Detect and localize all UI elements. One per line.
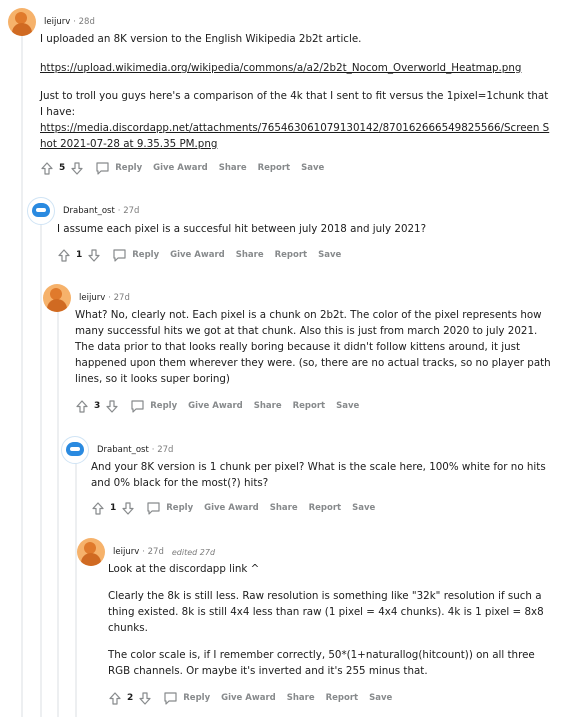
reply-button[interactable]: Reply [146,501,193,515]
thread-line[interactable] [75,460,77,717]
timestamp[interactable]: · 28d [73,17,95,27]
speech-bubble-icon [130,399,145,413]
comment-text: What? No, clearly not. Each pixel is a c… [75,309,551,385]
give-award-button[interactable]: Give Award [221,693,276,703]
comment-text: Just to troll you guys here's a comparis… [40,90,550,150]
give-award-button[interactable]: Give Award [170,250,225,260]
downvote-arrow-icon[interactable] [105,399,119,413]
comment-actions: 3 Reply Give Award Share Report Save [75,399,359,413]
reply-button[interactable]: Reply [130,399,177,413]
save-button[interactable]: Save [301,163,324,173]
timestamp[interactable]: · 27d [108,293,130,303]
avatar[interactable] [8,8,36,36]
give-award-button[interactable]: Give Award [153,163,208,173]
share-button[interactable]: Share [236,250,264,260]
share-button[interactable]: Share [270,503,298,513]
save-button[interactable]: Save [352,503,375,513]
upvote-arrow-icon[interactable] [108,691,122,705]
save-button[interactable]: Save [318,250,341,260]
give-award-button[interactable]: Give Award [188,401,243,411]
give-award-button[interactable]: Give Award [204,503,259,513]
username[interactable]: leijurv [79,293,105,303]
vote-count: 1 [110,503,117,513]
username[interactable]: leijurv [44,17,70,27]
username[interactable]: leijurv [113,547,139,557]
link[interactable]: https://media.discordapp.net/attachments… [40,122,549,150]
comment-body: I assume each pixel is a succesful hit b… [57,221,552,237]
report-button[interactable]: Report [258,163,291,173]
comment-actions: 1 Reply Give Award Share Report Save [57,248,341,262]
share-button[interactable]: Share [287,693,315,703]
upvote-arrow-icon[interactable] [91,501,105,515]
downvote-arrow-icon[interactable] [138,691,152,705]
comment-text: Look at the discordapp link ^ [108,563,260,575]
username[interactable]: Drabant_ost [63,206,115,216]
vote-count: 5 [59,163,66,173]
reply-button[interactable]: Reply [163,691,210,705]
comment-text: The color scale is, if I remember correc… [108,649,535,677]
comment-actions: 2 Reply Give Award Share Report Save [108,691,392,705]
speech-bubble-icon [163,691,178,705]
downvote-arrow-icon[interactable] [70,161,84,175]
comment-text: I assume each pixel is a succesful hit b… [57,223,427,235]
comment-text: Clearly the 8k is still less. Raw resolu… [108,590,544,634]
speech-bubble-icon [95,161,110,175]
vote-count: 3 [94,401,101,411]
upvote-arrow-icon[interactable] [57,248,71,262]
comment-actions: 5 Reply Give Award Share Report Save [40,161,324,175]
reply-button[interactable]: Reply [95,161,142,175]
username[interactable]: Drabant_ost [97,445,149,455]
upvote-arrow-icon[interactable] [40,161,54,175]
comment-body: And your 8K version is 1 chunk per pixel… [91,459,552,491]
vote-count: 2 [127,693,134,703]
avatar[interactable] [27,197,55,225]
comment-body: Look at the discordapp link ^ Clearly th… [108,561,552,679]
avatar[interactable] [43,284,71,312]
upvote-arrow-icon[interactable] [75,399,89,413]
comment-body: What? No, clearly not. Each pixel is a c… [75,307,552,387]
speech-bubble-icon [146,501,161,515]
thread-line[interactable] [57,310,59,717]
edited-label: edited 27d [171,547,216,557]
save-button[interactable]: Save [369,693,392,703]
save-button[interactable]: Save [336,401,359,411]
vote-count: 1 [76,250,83,260]
downvote-arrow-icon[interactable] [87,248,101,262]
thread-line[interactable] [21,34,23,717]
report-button[interactable]: Report [326,693,359,703]
speech-bubble-icon [112,248,127,262]
share-button[interactable]: Share [254,401,282,411]
timestamp[interactable]: · 27d [118,206,140,216]
report-button[interactable]: Report [309,503,342,513]
reply-button[interactable]: Reply [112,248,159,262]
avatar[interactable] [77,538,105,566]
thread-line[interactable] [40,221,42,717]
avatar[interactable] [61,436,89,464]
downvote-arrow-icon[interactable] [121,501,135,515]
timestamp[interactable]: · 27d [142,547,164,557]
share-button[interactable]: Share [219,163,247,173]
report-button[interactable]: Report [275,250,308,260]
comment-actions: 1 Reply Give Award Share Report Save [91,501,375,515]
comment-body: I uploaded an 8K version to the English … [40,31,552,152]
timestamp[interactable]: · 27d [152,445,174,455]
comment-text: And your 8K version is 1 chunk per pixel… [91,461,546,489]
comment-text: I uploaded an 8K version to the English … [40,33,362,45]
link[interactable]: https://upload.wikimedia.org/wikipedia/c… [40,62,521,74]
report-button[interactable]: Report [293,401,326,411]
